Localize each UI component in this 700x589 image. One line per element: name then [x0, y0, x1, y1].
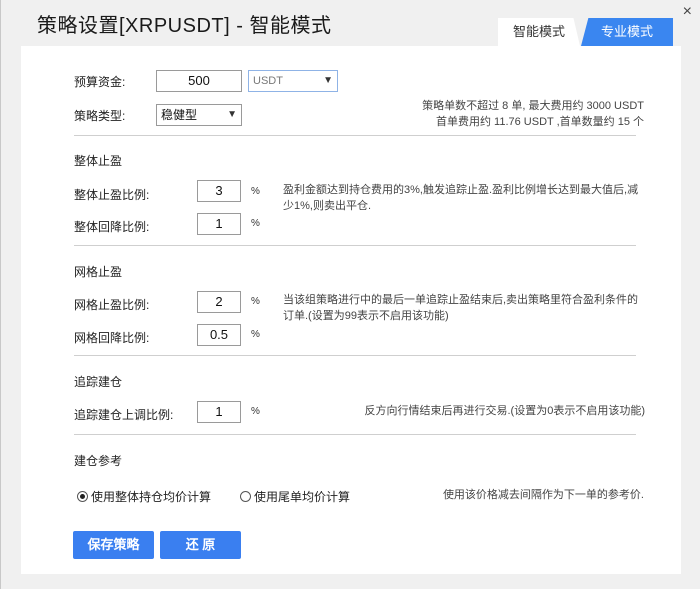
settings-panel: 预算资金: 500 USDT ▼ 策略类型: 稳健型 ▼ 策略单数不超过 8 单…: [21, 46, 681, 574]
budget-label: 预算资金:: [74, 75, 126, 89]
reference-title: 建仓参考: [74, 454, 123, 468]
radio-tail-avg-label: 使用尾单均价计算: [254, 490, 351, 504]
currency-select-value: USDT: [253, 75, 283, 87]
trailing-label: 追踪建仓上调比例:: [74, 408, 174, 422]
reset-button[interactable]: 还 原: [160, 531, 241, 559]
divider: [74, 434, 636, 435]
percent-sign: %: [251, 329, 260, 340]
currency-select[interactable]: USDT ▼: [248, 70, 338, 92]
tab-smart-mode[interactable]: 智能模式: [498, 18, 580, 46]
overall-pullback-input[interactable]: 1: [197, 213, 241, 235]
percent-sign: %: [251, 186, 260, 197]
grid-pullback-input[interactable]: 0.5: [197, 324, 241, 346]
grid-tp-ratio-label: 网格止盈比例:: [74, 298, 150, 312]
summary-line-2: 首单费用约 11.76 USDT ,首单数量约 15 个: [435, 116, 644, 128]
reference-desc: 使用该价格减去间隔作为下一单的参考价.: [442, 489, 644, 501]
grid-tp-title: 网格止盈: [74, 265, 123, 279]
overall-pullback-label: 整体回降比例:: [74, 220, 150, 234]
strategy-type-value: 稳健型: [161, 108, 198, 122]
overall-tp-desc: 盈利金额达到持仓费用的3%,触发追踪止盈.盈利比例增长达到最大值后,减少1%,则…: [283, 184, 639, 212]
strategy-type-select[interactable]: 稳健型 ▼: [156, 104, 242, 126]
overall-tp-ratio-label: 整体止盈比例:: [74, 188, 150, 202]
trailing-input[interactable]: 1: [197, 401, 241, 423]
strategy-type-label: 策略类型:: [74, 109, 126, 123]
percent-sign: %: [251, 406, 260, 417]
divider: [74, 355, 636, 356]
strategy-settings-window: 策略设置[XRPUSDT] - 智能模式 × 智能模式 专业模式 预算资金: 5…: [0, 0, 700, 589]
grid-pullback-label: 网格回降比例:: [74, 331, 150, 345]
radio-overall-avg[interactable]: 使用整体持仓均价计算: [77, 488, 211, 505]
close-icon[interactable]: ×: [683, 4, 692, 20]
tab-pro-mode[interactable]: 专业模式: [581, 18, 673, 46]
summary-line-1: 策略单数不超过 8 单, 最大费用约 3000 USDT: [422, 100, 644, 112]
overall-tp-ratio-input[interactable]: 3: [197, 180, 241, 202]
radio-overall-avg-label: 使用整体持仓均价计算: [91, 490, 212, 504]
grid-tp-ratio-input[interactable]: 2: [197, 291, 241, 313]
grid-tp-desc: 当该组策略进行中的最后一单追踪止盈结束后,卖出策略里符合盈利条件的订单.(设置为…: [283, 294, 639, 322]
divider: [74, 135, 636, 136]
budget-input[interactable]: 500: [156, 70, 242, 92]
chevron-down-icon: ▼: [227, 109, 237, 120]
radio-unchecked-icon: [240, 491, 251, 502]
window-title: 策略设置[XRPUSDT] - 智能模式: [37, 15, 332, 37]
radio-checked-icon: [77, 491, 88, 502]
overall-tp-title: 整体止盈: [74, 154, 123, 168]
radio-tail-avg[interactable]: 使用尾单均价计算: [240, 488, 350, 505]
percent-sign: %: [251, 296, 260, 307]
percent-sign: %: [251, 218, 260, 229]
save-strategy-button[interactable]: 保存策略: [73, 531, 154, 559]
divider: [74, 245, 636, 246]
chevron-down-icon: ▼: [323, 75, 333, 86]
trailing-title: 追踪建仓: [74, 375, 123, 389]
trailing-desc: 反方向行情结束后再进行交易.(设置为0表示不启用该功能): [364, 405, 646, 417]
